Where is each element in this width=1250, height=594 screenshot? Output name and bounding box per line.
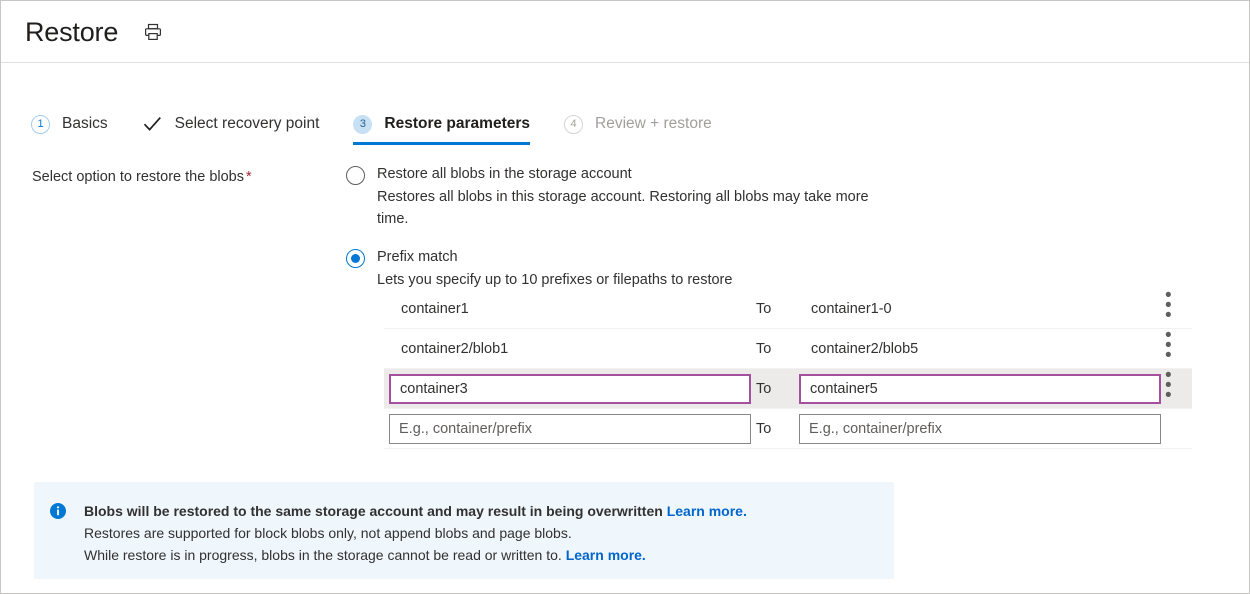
prefix-target-value: container2/blob5 xyxy=(811,341,918,357)
step-badge-4: 4 xyxy=(564,115,583,134)
banner-line-1: Blobs will be restored to the same stora… xyxy=(84,500,878,522)
radio-label-prefix-match: Prefix match xyxy=(377,247,732,267)
prefix-source-input-new[interactable] xyxy=(389,414,751,444)
required-marker: * xyxy=(246,169,252,185)
active-step-underline xyxy=(353,142,530,145)
step-label-review-restore: Review + restore xyxy=(595,115,712,133)
to-label: To xyxy=(756,420,794,438)
step-label-basics: Basics xyxy=(62,115,108,133)
info-banner: Blobs will be restored to the same stora… xyxy=(34,482,894,579)
radio-option-restore-all-blobs[interactable]: Restore all blobs in the storage account… xyxy=(346,164,1216,230)
wizard-step-review-restore[interactable]: 4 Review + restore xyxy=(564,111,712,145)
prefix-source-cell: container2/blob1 xyxy=(384,340,756,358)
banner-line-3-text: While restore is in progress, blobs in t… xyxy=(84,547,566,563)
radio-button-restore-all[interactable] xyxy=(346,166,365,185)
info-icon xyxy=(50,503,66,519)
table-row[interactable]: container1 To container1-0 • • • xyxy=(384,289,1192,329)
step-badge-3: 3 xyxy=(353,115,372,134)
table-row-new[interactable]: To xyxy=(384,409,1192,449)
row-context-menu-icon[interactable]: • • • xyxy=(1159,327,1192,371)
restore-blade: Restore 1 Basics Select recovery point 3 xyxy=(0,0,1250,594)
blade-header: Restore xyxy=(1,1,1249,63)
checkmark-icon xyxy=(142,115,163,134)
banner-line-1-text: Blobs will be restored to the same stora… xyxy=(84,503,667,519)
restore-option-field-label: Select option to restore the blobs* xyxy=(32,169,252,185)
prefix-target-cell xyxy=(794,374,1159,404)
info-banner-text: Blobs will be restored to the same stora… xyxy=(84,500,878,566)
field-label-text: Select option to restore the blobs xyxy=(32,169,244,185)
wizard-steps: 1 Basics Select recovery point 3 Restore… xyxy=(31,111,746,145)
prefix-target-input-new[interactable] xyxy=(799,414,1161,444)
banner-line-2: Restores are supported for block blobs o… xyxy=(84,522,878,544)
prefix-source-cell xyxy=(384,374,756,404)
prefix-match-table: container1 To container1-0 • • • contain… xyxy=(384,289,1192,449)
step-label-restore-parameters: Restore parameters xyxy=(384,115,530,133)
radio-label-restore-all: Restore all blobs in the storage account xyxy=(377,164,887,184)
prefix-target-cell: container2/blob5 xyxy=(794,340,1159,358)
learn-more-link-2[interactable]: Learn more. xyxy=(566,547,646,563)
table-row[interactable]: container2/blob1 To container2/blob5 • •… xyxy=(384,329,1192,369)
prefix-source-value: container2/blob1 xyxy=(401,341,508,357)
radio-description-prefix-match: Lets you specify up to 10 prefixes or fi… xyxy=(377,269,732,291)
prefix-source-value: container1 xyxy=(401,301,469,317)
page-title: Restore xyxy=(25,17,118,47)
to-label: To xyxy=(756,300,794,318)
wizard-step-basics[interactable]: 1 Basics xyxy=(31,111,108,145)
wizard-step-select-recovery-point[interactable]: Select recovery point xyxy=(142,111,320,145)
row-context-menu-icon[interactable]: • • • xyxy=(1159,287,1192,331)
to-label: To xyxy=(756,380,794,398)
printer-icon[interactable] xyxy=(140,19,166,45)
row-context-menu-icon[interactable]: • • • xyxy=(1159,367,1192,411)
radio-option-prefix-match[interactable]: Prefix match Lets you specify up to 10 p… xyxy=(346,247,1216,291)
table-row-active[interactable]: To • • • xyxy=(384,369,1192,409)
wizard-step-restore-parameters[interactable]: 3 Restore parameters xyxy=(353,111,530,145)
step-badge-1: 1 xyxy=(31,115,50,134)
step-label-select-recovery-point: Select recovery point xyxy=(175,115,320,133)
prefix-source-input[interactable] xyxy=(389,374,751,404)
prefix-source-cell: container1 xyxy=(384,300,756,318)
prefix-source-cell xyxy=(384,414,756,444)
radio-button-prefix-match[interactable] xyxy=(346,249,365,268)
prefix-target-cell: container1-0 xyxy=(794,300,1159,318)
restore-option-group: Restore all blobs in the storage account… xyxy=(346,164,1216,291)
prefix-target-input[interactable] xyxy=(799,374,1161,404)
prefix-target-value: container1-0 xyxy=(811,301,892,317)
prefix-target-cell xyxy=(794,414,1159,444)
learn-more-link-1[interactable]: Learn more. xyxy=(667,503,747,519)
radio-description-restore-all: Restores all blobs in this storage accou… xyxy=(377,186,887,230)
banner-line-3: While restore is in progress, blobs in t… xyxy=(84,544,878,566)
to-label: To xyxy=(756,340,794,358)
